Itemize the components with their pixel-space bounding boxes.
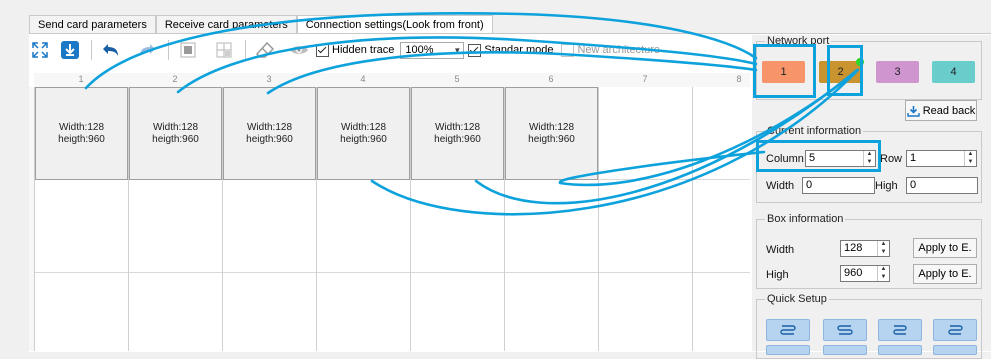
receiving-card-cell[interactable]: Width:128 heigth:960: [35, 87, 128, 180]
toolbar-divider: [168, 40, 169, 60]
ruler-column-number: 6: [548, 74, 554, 84]
ruler-column-number: 4: [360, 74, 366, 84]
tab-bar: Send card parameters Receive card parame…: [29, 15, 493, 35]
cell-height-text: heigth:960: [528, 133, 575, 145]
quick-setup-button[interactable]: [878, 345, 922, 355]
box-width-label: Width: [766, 244, 795, 256]
read-back-label: Read back: [922, 104, 976, 117]
ruler-column-number: 2: [172, 74, 178, 84]
cell-width-text: Width:128: [152, 121, 199, 133]
box-high-value: 960: [844, 267, 863, 279]
receiving-card-cell[interactable]: Width:128 heigth:960: [223, 87, 316, 180]
eye-icon[interactable]: [288, 39, 310, 61]
row-label: Row: [880, 153, 903, 165]
width-input[interactable]: 0: [802, 177, 875, 194]
toolbar-divider: [91, 40, 92, 60]
snake-route-icon: [948, 325, 963, 335]
chevron-down-icon: ▼: [453, 45, 462, 55]
quick-setup-button[interactable]: [823, 345, 867, 355]
cell-width-text: Width:128: [58, 121, 105, 133]
quick-setup-button[interactable]: [933, 345, 977, 355]
hidden-trace-option[interactable]: Hidden trace: [316, 43, 395, 57]
cell-height-text: heigth:960: [340, 133, 387, 145]
row-value: 1: [910, 152, 917, 164]
cell-height-text: heigth:960: [246, 133, 293, 145]
network-port-3-button[interactable]: 3: [876, 61, 919, 83]
receiving-card-cell[interactable]: Width:128 heigth:960: [411, 87, 504, 180]
highlight-box-port-2: [827, 45, 863, 96]
eraser-icon[interactable]: [254, 39, 276, 61]
width-label: Width: [766, 180, 795, 192]
tab-send-card-parameters[interactable]: Send card parameters: [29, 15, 156, 34]
box-width-spinbox[interactable]: 128 ▲ ▼: [840, 240, 890, 257]
box-width-value: 128: [844, 242, 863, 254]
select-box-icon[interactable]: [177, 39, 199, 61]
quick-setup-snake-left-button[interactable]: [823, 319, 867, 341]
zoom-value: 100%: [405, 44, 434, 56]
quick-setup-button[interactable]: [766, 345, 810, 355]
ruler-column-number: 3: [266, 74, 272, 84]
highlight-box-column: [756, 140, 881, 172]
redo-icon[interactable]: [136, 39, 158, 61]
row-spinbox[interactable]: 1 ▲ ▼: [906, 150, 977, 167]
port-label: 4: [950, 66, 957, 78]
snake-route-icon: [893, 325, 907, 335]
ruler-column-number: 1: [78, 74, 84, 84]
cell-width-text: Width:128: [340, 121, 387, 133]
apply-width-button[interactable]: Apply to E.: [913, 238, 977, 258]
new-architecture-option[interactable]: New architecture: [561, 43, 661, 57]
cell-height-text: heigth:960: [152, 133, 199, 145]
standard-mode-checkbox[interactable]: [468, 43, 482, 57]
box-high-spinbox[interactable]: 960 ▲ ▼: [840, 265, 890, 282]
hidden-trace-checkbox[interactable]: [316, 43, 329, 57]
toolbar: Hidden trace 100% ▼ Standar mode New arc…: [29, 35, 749, 65]
column-ruler: 1 2 3 4 5 6 7 8: [34, 73, 750, 88]
ruler-column-number: 5: [454, 74, 460, 84]
cell-height-text: heigth:960: [434, 133, 481, 145]
grid-select-icon[interactable]: [213, 39, 235, 61]
download-icon[interactable]: [59, 39, 81, 61]
tab-receive-card-parameters[interactable]: Receive card parameters: [155, 15, 297, 34]
read-back-button[interactable]: Read back: [905, 100, 977, 121]
cell-width-text: Width:128: [246, 121, 293, 133]
high-label: High: [875, 180, 898, 192]
standard-mode-label: Standar mode: [484, 44, 554, 56]
network-port-4-button[interactable]: 4: [932, 61, 975, 83]
cell-width-text: Width:128: [528, 121, 575, 133]
app-window: Send card parameters Receive card parame…: [0, 0, 991, 359]
fit-view-icon[interactable]: [29, 39, 51, 61]
cell-width-text: Width:128: [434, 121, 481, 133]
highlight-box-port-1: [753, 44, 816, 98]
receiving-card-cell[interactable]: Width:128 heigth:960: [505, 87, 598, 180]
spin-arrows-icon[interactable]: ▲ ▼: [964, 151, 976, 166]
new-architecture-checkbox[interactable]: [561, 43, 575, 57]
receiving-card-cell[interactable]: Width:128 heigth:960: [317, 87, 410, 180]
zoom-select[interactable]: 100% ▼: [400, 41, 465, 59]
standard-mode-option[interactable]: Standar mode: [468, 43, 554, 57]
quick-setup-snake-right-button[interactable]: [766, 319, 810, 341]
apply-high-button[interactable]: Apply to E.: [913, 264, 977, 284]
undo-icon[interactable]: [100, 39, 122, 61]
quick-setup-snake-return-button[interactable]: [878, 319, 922, 341]
cell-height-text: heigth:960: [58, 133, 105, 145]
tab-connection-settings[interactable]: Connection settings(Look from front): [296, 15, 493, 35]
box-information-title: Box information: [765, 213, 846, 225]
snake-route-icon: [837, 325, 853, 335]
receiving-card-cell[interactable]: Width:128 heigth:960: [129, 87, 222, 180]
snake-route-icon: [780, 325, 796, 335]
box-high-label: High: [766, 269, 789, 281]
new-architecture-label: New architecture: [577, 44, 661, 56]
quick-setup-title: Quick Setup: [765, 293, 829, 305]
port-label: 3: [894, 66, 901, 78]
spin-arrows-icon[interactable]: ▲ ▼: [877, 266, 889, 281]
hidden-trace-label: Hidden trace: [332, 44, 395, 56]
read-back-icon: [907, 105, 920, 117]
current-information-title: Current information: [765, 125, 864, 137]
quick-setup-snake-reverse-button[interactable]: [933, 319, 977, 341]
toolbar-divider: [245, 40, 246, 60]
spin-arrows-icon[interactable]: ▲ ▼: [877, 241, 889, 256]
high-input[interactable]: 0: [906, 177, 978, 194]
ruler-column-number: 7: [642, 74, 648, 84]
